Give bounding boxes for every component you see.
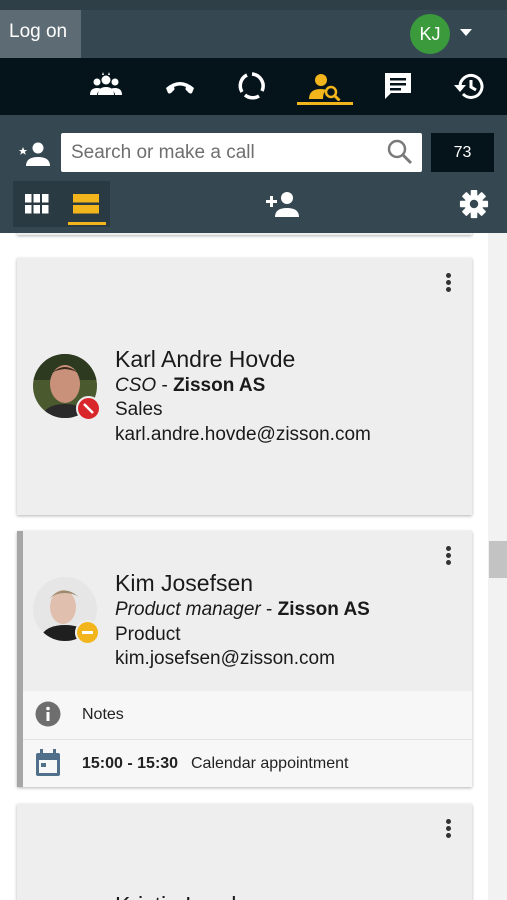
add-person-icon: [266, 192, 299, 217]
divider: [23, 739, 472, 740]
add-favorite-contact-icon[interactable]: [18, 139, 50, 167]
contact-email[interactable]: karl.andre.hovde@zisson.com: [115, 424, 371, 446]
info-icon: [35, 701, 61, 727]
search-input[interactable]: [71, 141, 371, 165]
contact-email[interactable]: kim.josefsen@zisson.com: [115, 648, 335, 670]
away-status-icon: [75, 620, 100, 645]
chevron-down-icon[interactable]: [460, 29, 472, 36]
role-separator: -: [260, 599, 278, 620]
list-view-button[interactable]: [61, 181, 110, 227]
contact-card[interactable]: Karl Andre Hovde CSO - Zisson AS Sales k…: [17, 258, 472, 515]
list-icon: [72, 194, 99, 214]
log-on-button[interactable]: Log on: [0, 10, 81, 58]
search-icon[interactable]: [386, 138, 414, 166]
calendar-icon: [35, 749, 61, 777]
contact-company: Zisson AS: [173, 375, 266, 396]
phone-hangup-icon[interactable]: [156, 66, 204, 106]
more-options-icon[interactable]: [443, 546, 453, 570]
contact-card[interactable]: Kristin Lund: [17, 804, 472, 900]
contact-list: Karl Andre Hovde CSO - Zisson AS Sales k…: [0, 233, 507, 900]
history-icon[interactable]: [446, 66, 494, 106]
person-search-icon[interactable]: [301, 66, 349, 106]
grid-view-button[interactable]: [13, 181, 61, 227]
contact-name: Karl Andre Hovde: [115, 346, 296, 372]
contact-card-selected[interactable]: Kim Josefsen Product manager - Zisson AS…: [17, 531, 472, 787]
role-separator: -: [156, 375, 174, 396]
contact-details-panel: Notes 15:00 - 15:30 Calendar appointment: [23, 691, 472, 787]
contact-department: Product: [115, 624, 181, 645]
chat-icon[interactable]: [374, 66, 422, 106]
calendar-time: 15:00 - 15:30: [82, 755, 179, 772]
more-options-icon[interactable]: [443, 273, 453, 297]
group-icon[interactable]: [82, 66, 130, 106]
contact-name: Kristin Lund: [115, 892, 236, 900]
contact-name: Kim Josefsen: [115, 570, 254, 596]
view-active-indicator: [68, 222, 106, 225]
contact-card-previous[interactable]: [17, 233, 472, 235]
calendar-appointment-label[interactable]: Calendar appointment: [191, 755, 348, 773]
notes-link[interactable]: Notes: [82, 706, 124, 724]
contact-department: Sales: [115, 399, 163, 420]
settings-button[interactable]: [458, 188, 490, 220]
contact-company: Zisson AS: [277, 599, 370, 620]
gear-icon: [459, 189, 489, 219]
do-not-disturb-status-icon: [76, 396, 101, 421]
contact-title: Product manager: [115, 599, 261, 620]
nav-active-indicator: [297, 102, 353, 105]
user-avatar[interactable]: KJ: [410, 14, 450, 54]
search-box: [61, 133, 422, 172]
circle-sync-icon[interactable]: [228, 66, 276, 106]
add-contact-button[interactable]: [264, 188, 300, 220]
contact-role: CSO - Zisson AS: [115, 375, 265, 397]
grid-icon: [25, 194, 49, 214]
contact-title: CSO: [115, 375, 157, 396]
scrollbar-thumb[interactable]: [489, 541, 507, 578]
more-options-icon[interactable]: [443, 819, 453, 843]
contact-count: 73: [431, 133, 494, 172]
contact-role: Product manager - Zisson AS: [115, 599, 370, 621]
